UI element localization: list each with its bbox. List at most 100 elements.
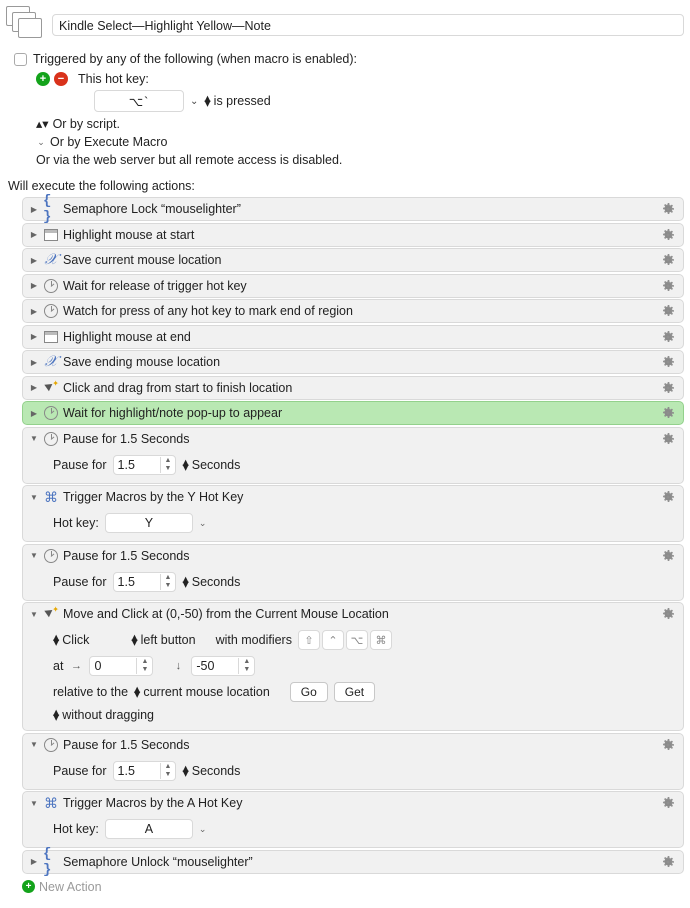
hotkey-extras-dropdown[interactable]: ⌄ [199,824,207,835]
mod-ctrl-toggle[interactable]: ⌃ [322,630,344,650]
disclosure-chevron[interactable] [29,331,39,342]
command-icon: ⌘ [43,489,59,505]
action-row[interactable]: Pause for 1.5 Seconds Pause for ▲▼ ▴▾Sec… [22,427,684,484]
disclosure-chevron[interactable] [29,382,39,393]
this-hot-key-label: This hot key: [78,72,149,86]
disclosure-chevron[interactable] [29,255,39,266]
disclosure-chevron[interactable] [29,492,39,503]
remove-trigger-button[interactable]: − [54,72,68,86]
hotkey-value-field[interactable]: A [105,819,193,839]
step-up[interactable]: ▲ [239,658,254,666]
or-exec-expand[interactable]: ⌄ [36,137,46,148]
gear-icon[interactable] [659,277,677,295]
pause-seconds-field[interactable]: ▲▼ [113,455,177,475]
action-title: Click and drag from start to finish loca… [63,381,655,395]
click-type-dropdown[interactable]: ▴▾Click [53,633,89,647]
pause-seconds-field[interactable]: ▲▼ [113,761,177,781]
mouse-button-dropdown[interactable]: ▴▾left button [131,633,195,647]
disclosure-chevron[interactable] [29,280,39,291]
gear-icon[interactable] [659,430,677,448]
mod-shift-toggle[interactable]: ⇧ [298,630,320,650]
gear-icon[interactable] [659,302,677,320]
add-trigger-button[interactable]: + [36,72,50,86]
step-up[interactable]: ▲ [161,763,176,771]
get-button[interactable]: Get [334,682,375,702]
gear-icon[interactable] [659,547,677,565]
action-row[interactable]: 𝒳Save ending mouse location [22,350,684,374]
disclosure-chevron[interactable] [29,550,39,561]
step-down[interactable]: ▼ [161,771,176,779]
gear-icon[interactable] [659,794,677,812]
disclosure-chevron[interactable] [29,798,39,809]
action-row[interactable]: { }Semaphore Unlock “mouselighter” [22,850,684,874]
action-row[interactable]: Pause for 1.5 Seconds Pause for ▲▼ ▴▾Sec… [22,733,684,790]
action-row[interactable]: Wait for release of trigger hot key [22,274,684,298]
action-title: Pause for 1.5 Seconds [63,432,655,446]
gear-icon[interactable] [659,736,677,754]
pause-unit-dropdown[interactable]: ▴▾Seconds [182,575,240,589]
disclosure-chevron[interactable] [29,306,39,317]
action-row[interactable]: Move and Click at (0,-50) from the Curre… [22,602,684,731]
disclosure-chevron[interactable] [29,357,39,368]
disclosure-chevron[interactable] [29,229,39,240]
step-up[interactable]: ▲ [161,457,176,465]
action-row[interactable]: Click and drag from start to finish loca… [22,376,684,400]
action-row[interactable]: Watch for press of any hot key to mark e… [22,299,684,323]
pause-seconds-field[interactable]: ▲▼ [113,572,177,592]
triggers-enable-checkbox[interactable] [14,53,27,66]
hotkey-field[interactable]: ⌥` [94,90,184,112]
gear-icon[interactable] [659,488,677,506]
mod-opt-toggle[interactable]: ⌥ [346,630,368,650]
relative-origin-dropdown[interactable]: ▴▾current mouse location [134,685,270,699]
step-down[interactable]: ▼ [239,666,254,674]
step-down[interactable]: ▼ [161,465,176,473]
action-row[interactable]: Highlight mouse at start [22,223,684,247]
action-row[interactable]: 𝒳Save current mouse location [22,248,684,272]
disclosure-chevron[interactable] [29,204,39,215]
disclosure-chevron[interactable] [29,739,39,750]
hotkey-extras-dropdown[interactable]: ⌄ [199,518,207,529]
go-button[interactable]: Go [290,682,328,702]
gear-icon[interactable] [659,404,677,422]
mod-cmd-toggle[interactable]: ⌘ [370,630,392,650]
step-up[interactable]: ▲ [161,574,176,582]
add-action-button[interactable]: + [22,880,35,893]
gear-icon[interactable] [659,853,677,871]
or-script-dropdown[interactable]: ▴▾ [36,116,49,131]
hotkey-type-dropdown-icon[interactable]: ⌄ [190,96,198,107]
offset-y-field[interactable]: ▲▼ [191,656,255,676]
disclosure-chevron[interactable] [29,856,39,867]
action-title: Save ending mouse location [63,355,655,369]
action-row[interactable]: ⌘Trigger Macros by the A Hot Key Hot key… [22,791,684,848]
gear-icon[interactable] [659,226,677,244]
offset-x-field[interactable]: ▲▼ [89,656,153,676]
action-row[interactable]: { }Semaphore Lock “mouselighter” [22,197,684,221]
disclosure-chevron[interactable] [29,609,39,620]
gear-icon[interactable] [659,605,677,623]
action-row[interactable]: Highlight mouse at end [22,325,684,349]
arrow-right-icon: → [69,659,83,673]
action-title: Pause for 1.5 Seconds [63,738,655,752]
disclosure-chevron[interactable] [29,408,39,419]
or-web-label: Or via the web server but all remote acc… [36,153,684,167]
macro-title-field[interactable]: Kindle Select—Highlight Yellow—Note [52,14,684,36]
hotkey-value-field[interactable]: Y [105,513,193,533]
gear-icon[interactable] [659,200,677,218]
action-title: Semaphore Unlock “mouselighter” [63,855,655,869]
action-row[interactable]: Wait for highlight/note pop-up to appear [22,401,684,425]
gear-icon[interactable] [659,251,677,269]
gear-icon[interactable] [659,379,677,397]
gear-icon[interactable] [659,328,677,346]
step-down[interactable]: ▼ [137,666,152,674]
step-down[interactable]: ▼ [161,582,176,590]
drag-mode-dropdown[interactable]: ▴▾without dragging [53,708,154,722]
hotkey-condition-dropdown[interactable]: ▴▾ is pressed [204,94,270,108]
disclosure-chevron[interactable] [29,433,39,444]
hotkey-value: ⌥` [129,94,150,109]
action-row[interactable]: ⌘Trigger Macros by the Y Hot Key Hot key… [22,485,684,542]
pause-unit-dropdown[interactable]: ▴▾Seconds [182,764,240,778]
step-up[interactable]: ▲ [137,658,152,666]
action-row[interactable]: Pause for 1.5 Seconds Pause for ▲▼ ▴▾Sec… [22,544,684,601]
pause-unit-dropdown[interactable]: ▴▾Seconds [182,458,240,472]
gear-icon[interactable] [659,353,677,371]
